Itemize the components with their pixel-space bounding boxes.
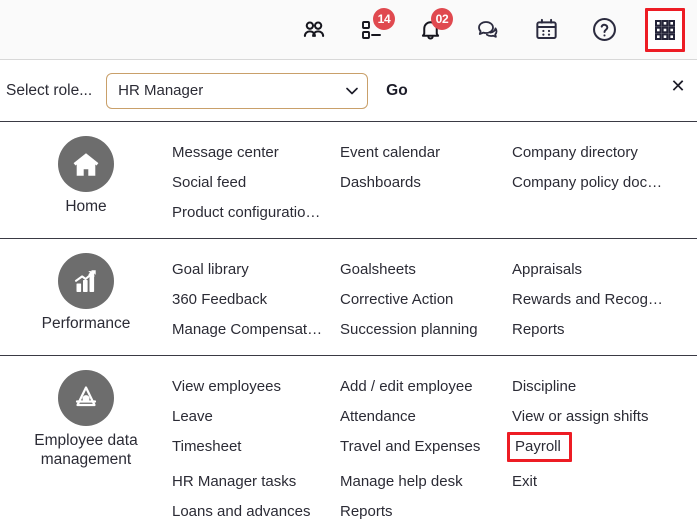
link-360-feedback[interactable]: 360 Feedback [172, 285, 340, 315]
help-icon[interactable] [587, 13, 621, 47]
tasks-icon[interactable]: 14 [355, 13, 389, 47]
link-company-policy-documents[interactable]: Company policy doc… [512, 168, 697, 198]
employee-data-icon [58, 370, 114, 426]
header-icon-row: 14 02 [297, 0, 687, 59]
top-header-bar: 14 02 [0, 0, 697, 60]
role-select[interactable]: HR Manager [106, 73, 368, 109]
link-add-edit-employee[interactable]: Add / edit employee [340, 372, 512, 402]
link-placeholder [340, 198, 512, 228]
section-home-header: Home [0, 134, 172, 217]
link-reports[interactable]: Reports [512, 315, 697, 345]
select-role-label: Select role... [6, 82, 92, 100]
role-selector-bar: Select role... HR Manager Go ✕ [0, 60, 697, 121]
role-select-wrapper: HR Manager [106, 73, 368, 109]
notifications-badge: 02 [431, 8, 453, 30]
section-home: Home Message center Event calendar Compa… [0, 121, 697, 238]
link-corrective-action[interactable]: Corrective Action [340, 285, 512, 315]
link-goalsheets[interactable]: Goalsheets [340, 255, 512, 285]
link-dashboards[interactable]: Dashboards [340, 168, 512, 198]
link-leave[interactable]: Leave [172, 402, 340, 432]
link-payroll[interactable]: Payroll [507, 432, 572, 462]
performance-chart-icon [58, 253, 114, 309]
link-reports[interactable]: Reports [340, 497, 512, 525]
section-employee-data-management-links: View employees Add / edit employee Disci… [172, 368, 697, 525]
link-view-employees[interactable]: View employees [172, 372, 340, 402]
link-placeholder [512, 198, 697, 228]
close-icon[interactable]: ✕ [668, 76, 688, 96]
link-social-feed[interactable]: Social feed [172, 168, 340, 198]
home-icon [58, 136, 114, 192]
section-home-title: Home [65, 198, 106, 217]
section-performance-links: Goal library Goalsheets Appraisals 360 F… [172, 251, 697, 345]
people-icon[interactable] [297, 13, 331, 47]
link-manage-compensation[interactable]: Manage Compensat… [172, 315, 340, 345]
section-employee-data-management: Employee data management View employees … [0, 355, 697, 525]
app-root: 14 02 [0, 0, 697, 525]
link-product-configuration[interactable]: Product configuratio… [172, 198, 340, 228]
calendar-icon[interactable] [529, 13, 563, 47]
link-discipline[interactable]: Discipline [512, 372, 697, 402]
link-hr-manager-tasks[interactable]: HR Manager tasks [172, 467, 340, 497]
chat-icon[interactable] [471, 13, 505, 47]
notifications-bell-icon[interactable]: 02 [413, 13, 447, 47]
link-exit[interactable]: Exit [512, 467, 697, 497]
link-payroll-cell: Payroll [512, 432, 697, 467]
apps-grid-icon[interactable] [645, 8, 685, 52]
link-timesheet[interactable]: Timesheet [172, 432, 340, 462]
section-home-links: Message center Event calendar Company di… [172, 134, 697, 228]
link-rewards-and-recognition[interactable]: Rewards and Recog… [512, 285, 697, 315]
section-performance-title: Performance [42, 315, 131, 334]
link-travel-and-expenses[interactable]: Travel and Expenses [340, 432, 512, 462]
link-manage-help-desk[interactable]: Manage help desk [340, 467, 512, 497]
link-view-or-assign-shifts[interactable]: View or assign shifts [512, 402, 697, 432]
link-message-center[interactable]: Message center [172, 138, 340, 168]
link-event-calendar[interactable]: Event calendar [340, 138, 512, 168]
section-employee-data-management-header: Employee data management [0, 368, 172, 470]
link-company-directory[interactable]: Company directory [512, 138, 697, 168]
section-performance-header: Performance [0, 251, 172, 334]
section-performance: Performance Goal library Goalsheets Appr… [0, 238, 697, 355]
link-attendance[interactable]: Attendance [340, 402, 512, 432]
link-succession-planning[interactable]: Succession planning [340, 315, 512, 345]
go-button[interactable]: Go [382, 80, 412, 102]
link-placeholder [512, 497, 697, 525]
tasks-badge: 14 [373, 8, 395, 30]
link-appraisals[interactable]: Appraisals [512, 255, 697, 285]
link-goal-library[interactable]: Goal library [172, 255, 340, 285]
link-loans-and-advances[interactable]: Loans and advances [172, 497, 340, 525]
section-employee-data-management-title: Employee data management [6, 432, 166, 470]
